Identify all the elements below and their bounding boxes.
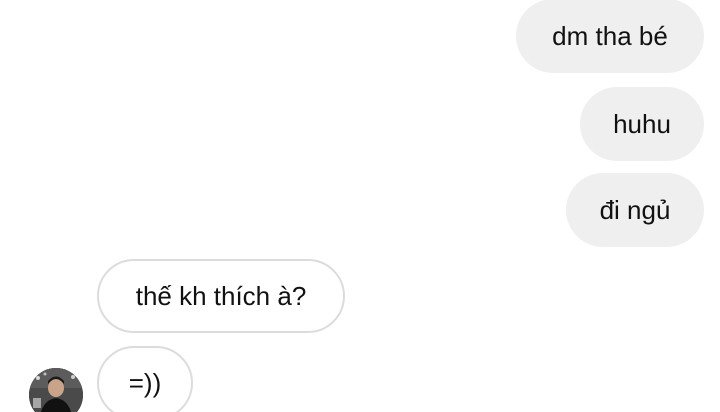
received-message-bubble[interactable]: thế kh thích à? [97,259,345,333]
sent-message-bubble[interactable]: dm tha bé [516,0,704,73]
contact-avatar[interactable] [29,368,83,412]
chat-thread: dm tha bé huhu đi ngủ thế kh thích à? =)… [0,0,720,412]
person-avatar-icon [29,368,83,412]
sent-message-bubble[interactable]: đi ngủ [566,173,704,247]
received-message-bubble[interactable]: =)) [97,346,193,412]
sent-message-bubble[interactable]: huhu [580,87,704,161]
